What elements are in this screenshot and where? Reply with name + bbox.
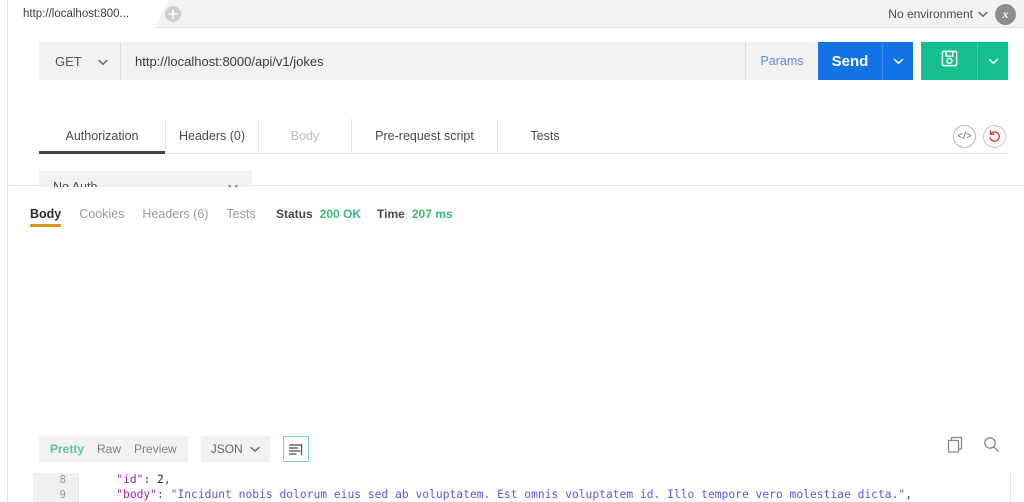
response-tab-tests-label: Tests	[226, 207, 255, 221]
url-row: GET http://localhost:8000/api/v1/jokes P…	[39, 42, 1008, 80]
time-value: 207 ms	[412, 207, 453, 221]
chevron-down-icon	[893, 52, 904, 70]
view-mode-preview[interactable]: Preview	[134, 442, 177, 456]
response-view-bar: Pretty Raw Preview JSON	[39, 436, 309, 462]
reset-undo-icon[interactable]	[983, 125, 1006, 148]
environment-quicklook-glyph: x	[1003, 7, 1009, 22]
status-value: 200 OK	[320, 207, 361, 221]
request-tab-prerequest-script[interactable]: Pre-request script	[352, 119, 498, 153]
chevron-down-icon	[98, 54, 108, 69]
line-number: 8	[33, 473, 79, 488]
request-builder-panel: GET http://localhost:8000/api/v1/jokes P…	[9, 29, 1024, 186]
request-tab-body[interactable]: Body	[259, 119, 352, 153]
request-tab-actions: </>	[949, 119, 1008, 153]
save-button[interactable]	[921, 42, 977, 80]
request-tab-prerequest-script-label: Pre-request script	[375, 129, 474, 143]
save-options-button[interactable]	[977, 42, 1008, 80]
request-tab-authorization-label: Authorization	[66, 129, 139, 143]
viewer-right-border	[1010, 473, 1011, 502]
request-tab-tests-label: Tests	[530, 129, 559, 143]
url-input-value: http://localhost:8000/api/v1/jokes	[135, 54, 324, 69]
http-method-select[interactable]: GET	[39, 42, 120, 80]
search-icon[interactable]	[983, 436, 1000, 458]
request-tabs: Authorization Headers (0) Body Pre-reque…	[39, 119, 1008, 154]
time-label: Time	[377, 207, 405, 221]
request-tab-tests[interactable]: Tests	[498, 119, 592, 153]
send-label: Send	[832, 53, 869, 70]
postman-window: http://localhost:800... No environment x…	[0, 0, 1024, 502]
chevron-down-icon	[978, 5, 988, 23]
plus-circle-icon[interactable]	[164, 5, 182, 23]
response-tab-body[interactable]: Body	[30, 207, 61, 227]
request-tab-label: http://localhost:800...	[23, 8, 129, 20]
environment-selector[interactable]: No environment x	[888, 0, 1016, 28]
response-meta: Status 200 OK Time 207 ms	[276, 207, 453, 221]
response-tab-headers-label: Headers (6)	[142, 207, 208, 221]
response-tab-cookies[interactable]: Cookies	[79, 207, 124, 227]
status-label: Status	[276, 207, 313, 221]
word-wrap-icon[interactable]	[283, 436, 309, 462]
code-line: 9 "body": "Incidunt nobis dolorum eius s…	[33, 488, 1011, 502]
request-tab-authorization[interactable]: Authorization	[39, 119, 166, 153]
params-label: Params	[760, 54, 803, 68]
request-tab-body-label: Body	[291, 129, 320, 143]
request-tab-bar: http://localhost:800... No environment x	[9, 0, 1024, 28]
floppy-disk-save-icon	[940, 49, 959, 73]
environment-quicklook-icon[interactable]: x	[995, 4, 1016, 25]
response-tabs: Body Cookies Headers (6) Tests	[30, 207, 256, 227]
response-panel: Body Cookies Headers (6) Tests Status 20…	[9, 187, 1024, 502]
response-format-value: JSON	[211, 442, 243, 456]
view-mode-pretty[interactable]: Pretty	[50, 442, 84, 456]
code-line-content: "body": "Incidunt nobis dolorum eius sed…	[79, 488, 1011, 502]
environment-label: No environment	[888, 7, 973, 21]
code-line: 8 "id": 2,	[33, 473, 1011, 488]
code-snippet-icon[interactable]: </>	[953, 125, 976, 148]
view-mode-group: Pretty Raw Preview	[39, 436, 188, 462]
response-actions	[947, 436, 1000, 458]
response-tab-cookies-label: Cookies	[79, 207, 124, 221]
view-mode-raw[interactable]: Raw	[97, 442, 121, 456]
chevron-down-icon	[250, 442, 260, 456]
code-line-content: "id": 2,	[79, 473, 1011, 488]
left-sidebar-rail	[0, 0, 8, 502]
response-format-select[interactable]: JSON	[201, 436, 270, 462]
chevron-down-icon	[988, 52, 999, 70]
params-button[interactable]: Params	[745, 42, 818, 80]
send-options-button[interactable]	[882, 42, 913, 80]
url-input[interactable]: http://localhost:8000/api/v1/jokes	[120, 42, 745, 80]
response-body-code[interactable]: 8 "id": 2,9 "body": "Incidunt nobis dolo…	[33, 473, 1011, 502]
response-tab-tests[interactable]: Tests	[226, 207, 255, 227]
request-tab-headers-label: Headers (0)	[179, 129, 245, 143]
request-tab-headers[interactable]: Headers (0)	[166, 119, 259, 153]
line-number: 9	[33, 488, 79, 502]
response-tab-headers[interactable]: Headers (6)	[142, 207, 208, 227]
response-body-viewer[interactable]: 8 "id": 2,9 "body": "Incidunt nobis dolo…	[33, 472, 1011, 502]
send-button[interactable]: Send	[818, 42, 882, 80]
request-tab[interactable]: http://localhost:800...	[9, 0, 155, 28]
copy-icon[interactable]	[947, 436, 963, 458]
response-tab-body-label: Body	[30, 207, 61, 221]
http-method-value: GET	[55, 54, 82, 69]
